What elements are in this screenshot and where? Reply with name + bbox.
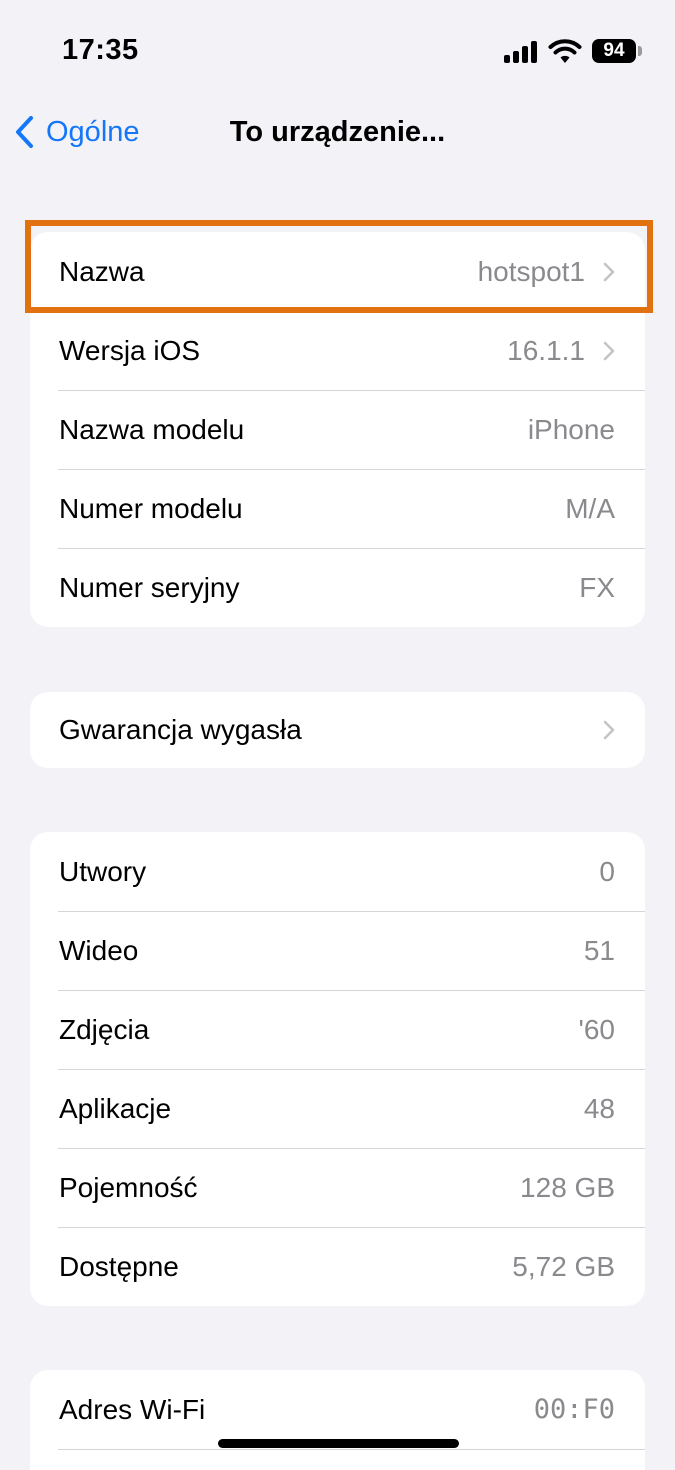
status-time: 17:35 [62, 34, 139, 66]
row-available: Dostępne 5,72 GB [30, 1227, 645, 1306]
row-value: 128 GB [520, 1171, 615, 1203]
row-label: Nazwa modelu [59, 413, 245, 445]
row-wifi-address[interactable]: Adres Wi-Fi 00:F0 [30, 1370, 645, 1449]
row-label: Wideo [59, 934, 139, 966]
row-value: FX [579, 571, 615, 603]
row-label: Numer modelu [59, 492, 243, 524]
row-ios-version[interactable]: Wersja iOS 16.1.1 [30, 311, 645, 390]
row-value: 5,72 GB [512, 1250, 615, 1282]
network-group: Adres Wi-Fi 00:F0 [30, 1370, 645, 1470]
row-songs: Utwory 0 [30, 832, 645, 911]
row-label: Zdjęcia [59, 1013, 150, 1045]
chevron-right-icon [603, 262, 615, 281]
row-applications: Aplikacje 48 [30, 1069, 645, 1148]
row-label: Dostępne [59, 1250, 179, 1282]
row-value: 0 [599, 855, 615, 887]
battery-icon: 94 [592, 39, 636, 63]
row-capacity: Pojemność 128 GB [30, 1148, 645, 1227]
row-value: 16.1.1 [507, 334, 585, 366]
row-label: Wersja iOS [59, 334, 201, 366]
row-warranty[interactable]: Gwarancja wygasła [30, 692, 645, 768]
row-photos: Zdjęcia '60 [30, 990, 645, 1069]
row-value: 48 [583, 1092, 615, 1124]
row-label: Utwory [59, 855, 147, 887]
row-label: Nazwa [59, 255, 145, 287]
stats-group: Utwory 0 Wideo 51 Zdjęcia '60 Aplikacje … [30, 832, 645, 1306]
row-serial-number: Numer seryjny FX [30, 548, 645, 627]
status-bar: 17:35 94 [0, 0, 675, 100]
row-next [30, 1449, 645, 1470]
row-value: M/A [565, 492, 615, 524]
row-value: hotspot1 [477, 255, 585, 287]
battery-tip [638, 46, 642, 56]
device-info-group: Nazwa hotspot1 Wersja iOS 16.1.1 Nazwa m… [30, 232, 645, 627]
warranty-group: Gwarancja wygasła [30, 692, 645, 768]
chevron-right-icon [603, 720, 615, 740]
row-label: Gwarancja wygasła [59, 714, 302, 745]
row-label: Adres Wi-Fi [59, 1393, 206, 1425]
row-videos: Wideo 51 [30, 911, 645, 990]
row-model-number[interactable]: Numer modelu M/A [30, 469, 645, 548]
row-label: Numer seryjny [59, 571, 240, 603]
row-value: 51 [583, 934, 615, 966]
signal-icon [504, 41, 540, 63]
row-label: Aplikacje [59, 1092, 172, 1124]
row-model-name: Nazwa modelu iPhone [30, 390, 645, 469]
home-indicator [218, 1439, 459, 1448]
row-label: Pojemność [59, 1171, 198, 1203]
row-name[interactable]: Nazwa hotspot1 [30, 232, 645, 311]
page-title: To urządzenie... [229, 116, 446, 148]
wifi-icon [548, 39, 582, 63]
row-value: '60 [578, 1013, 616, 1045]
row-value: 00:F0 [533, 1394, 615, 1425]
row-value: iPhone [527, 413, 615, 445]
chevron-right-icon [603, 341, 615, 360]
